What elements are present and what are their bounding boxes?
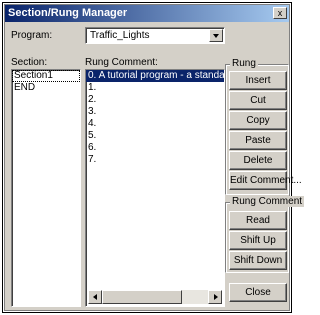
section-item-section1[interactable]: Section1	[12, 70, 80, 82]
rung-item[interactable]: 4.	[86, 118, 224, 130]
close-button[interactable]: Close	[229, 283, 287, 302]
rung-group-title: Rung	[230, 58, 258, 69]
close-icon[interactable]: x	[273, 7, 287, 19]
horizontal-scrollbar[interactable]	[88, 290, 222, 304]
read-button[interactable]: Read	[229, 211, 287, 230]
rung-item[interactable]: 1.	[86, 82, 224, 94]
section-list[interactable]: Section1 END	[11, 69, 81, 307]
scroll-left-icon[interactable]	[88, 290, 102, 304]
rung-comment-list[interactable]: 0. A tutorial program - a standar 1. 2. …	[85, 69, 225, 307]
rung-comment-label: Rung Comment:	[85, 57, 158, 68]
scroll-right-icon[interactable]	[208, 290, 222, 304]
shift-down-button[interactable]: Shift Down	[229, 251, 287, 270]
outer-frame: Section/Rung Manager x Program: Traffic_…	[2, 2, 305, 313]
paste-button[interactable]: Paste	[229, 131, 287, 150]
program-select[interactable]: Traffic_Lights	[85, 27, 225, 44]
scroll-thumb[interactable]	[102, 290, 182, 304]
delete-button[interactable]: Delete	[229, 151, 287, 170]
rung-item[interactable]: 5.	[86, 130, 224, 142]
section-item-end[interactable]: END	[12, 82, 80, 94]
title-bar[interactable]: Section/Rung Manager x	[5, 5, 289, 22]
window-title: Section/Rung Manager	[8, 7, 128, 19]
chevron-down-icon[interactable]	[209, 29, 223, 42]
program-select-value: Traffic_Lights	[90, 30, 150, 41]
insert-button[interactable]: Insert	[229, 71, 287, 90]
rung-item[interactable]: 0. A tutorial program - a standar	[86, 70, 224, 82]
copy-button[interactable]: Copy	[229, 111, 287, 130]
rung-item[interactable]: 7.	[86, 154, 224, 166]
cut-button[interactable]: Cut	[229, 91, 287, 110]
edit-comment-button[interactable]: Edit Comment...	[229, 171, 302, 190]
rung-item[interactable]: 6.	[86, 142, 224, 154]
program-label: Program:	[11, 30, 53, 41]
section-rung-manager-dialog: Section/Rung Manager x Program: Traffic_…	[4, 4, 305, 311]
rung-comment-group-title: Rung Comment	[230, 196, 305, 207]
shift-up-button[interactable]: Shift Up	[229, 231, 287, 250]
section-label: Section:	[11, 57, 48, 68]
rung-item[interactable]: 3.	[86, 106, 224, 118]
rung-item[interactable]: 2.	[86, 94, 224, 106]
